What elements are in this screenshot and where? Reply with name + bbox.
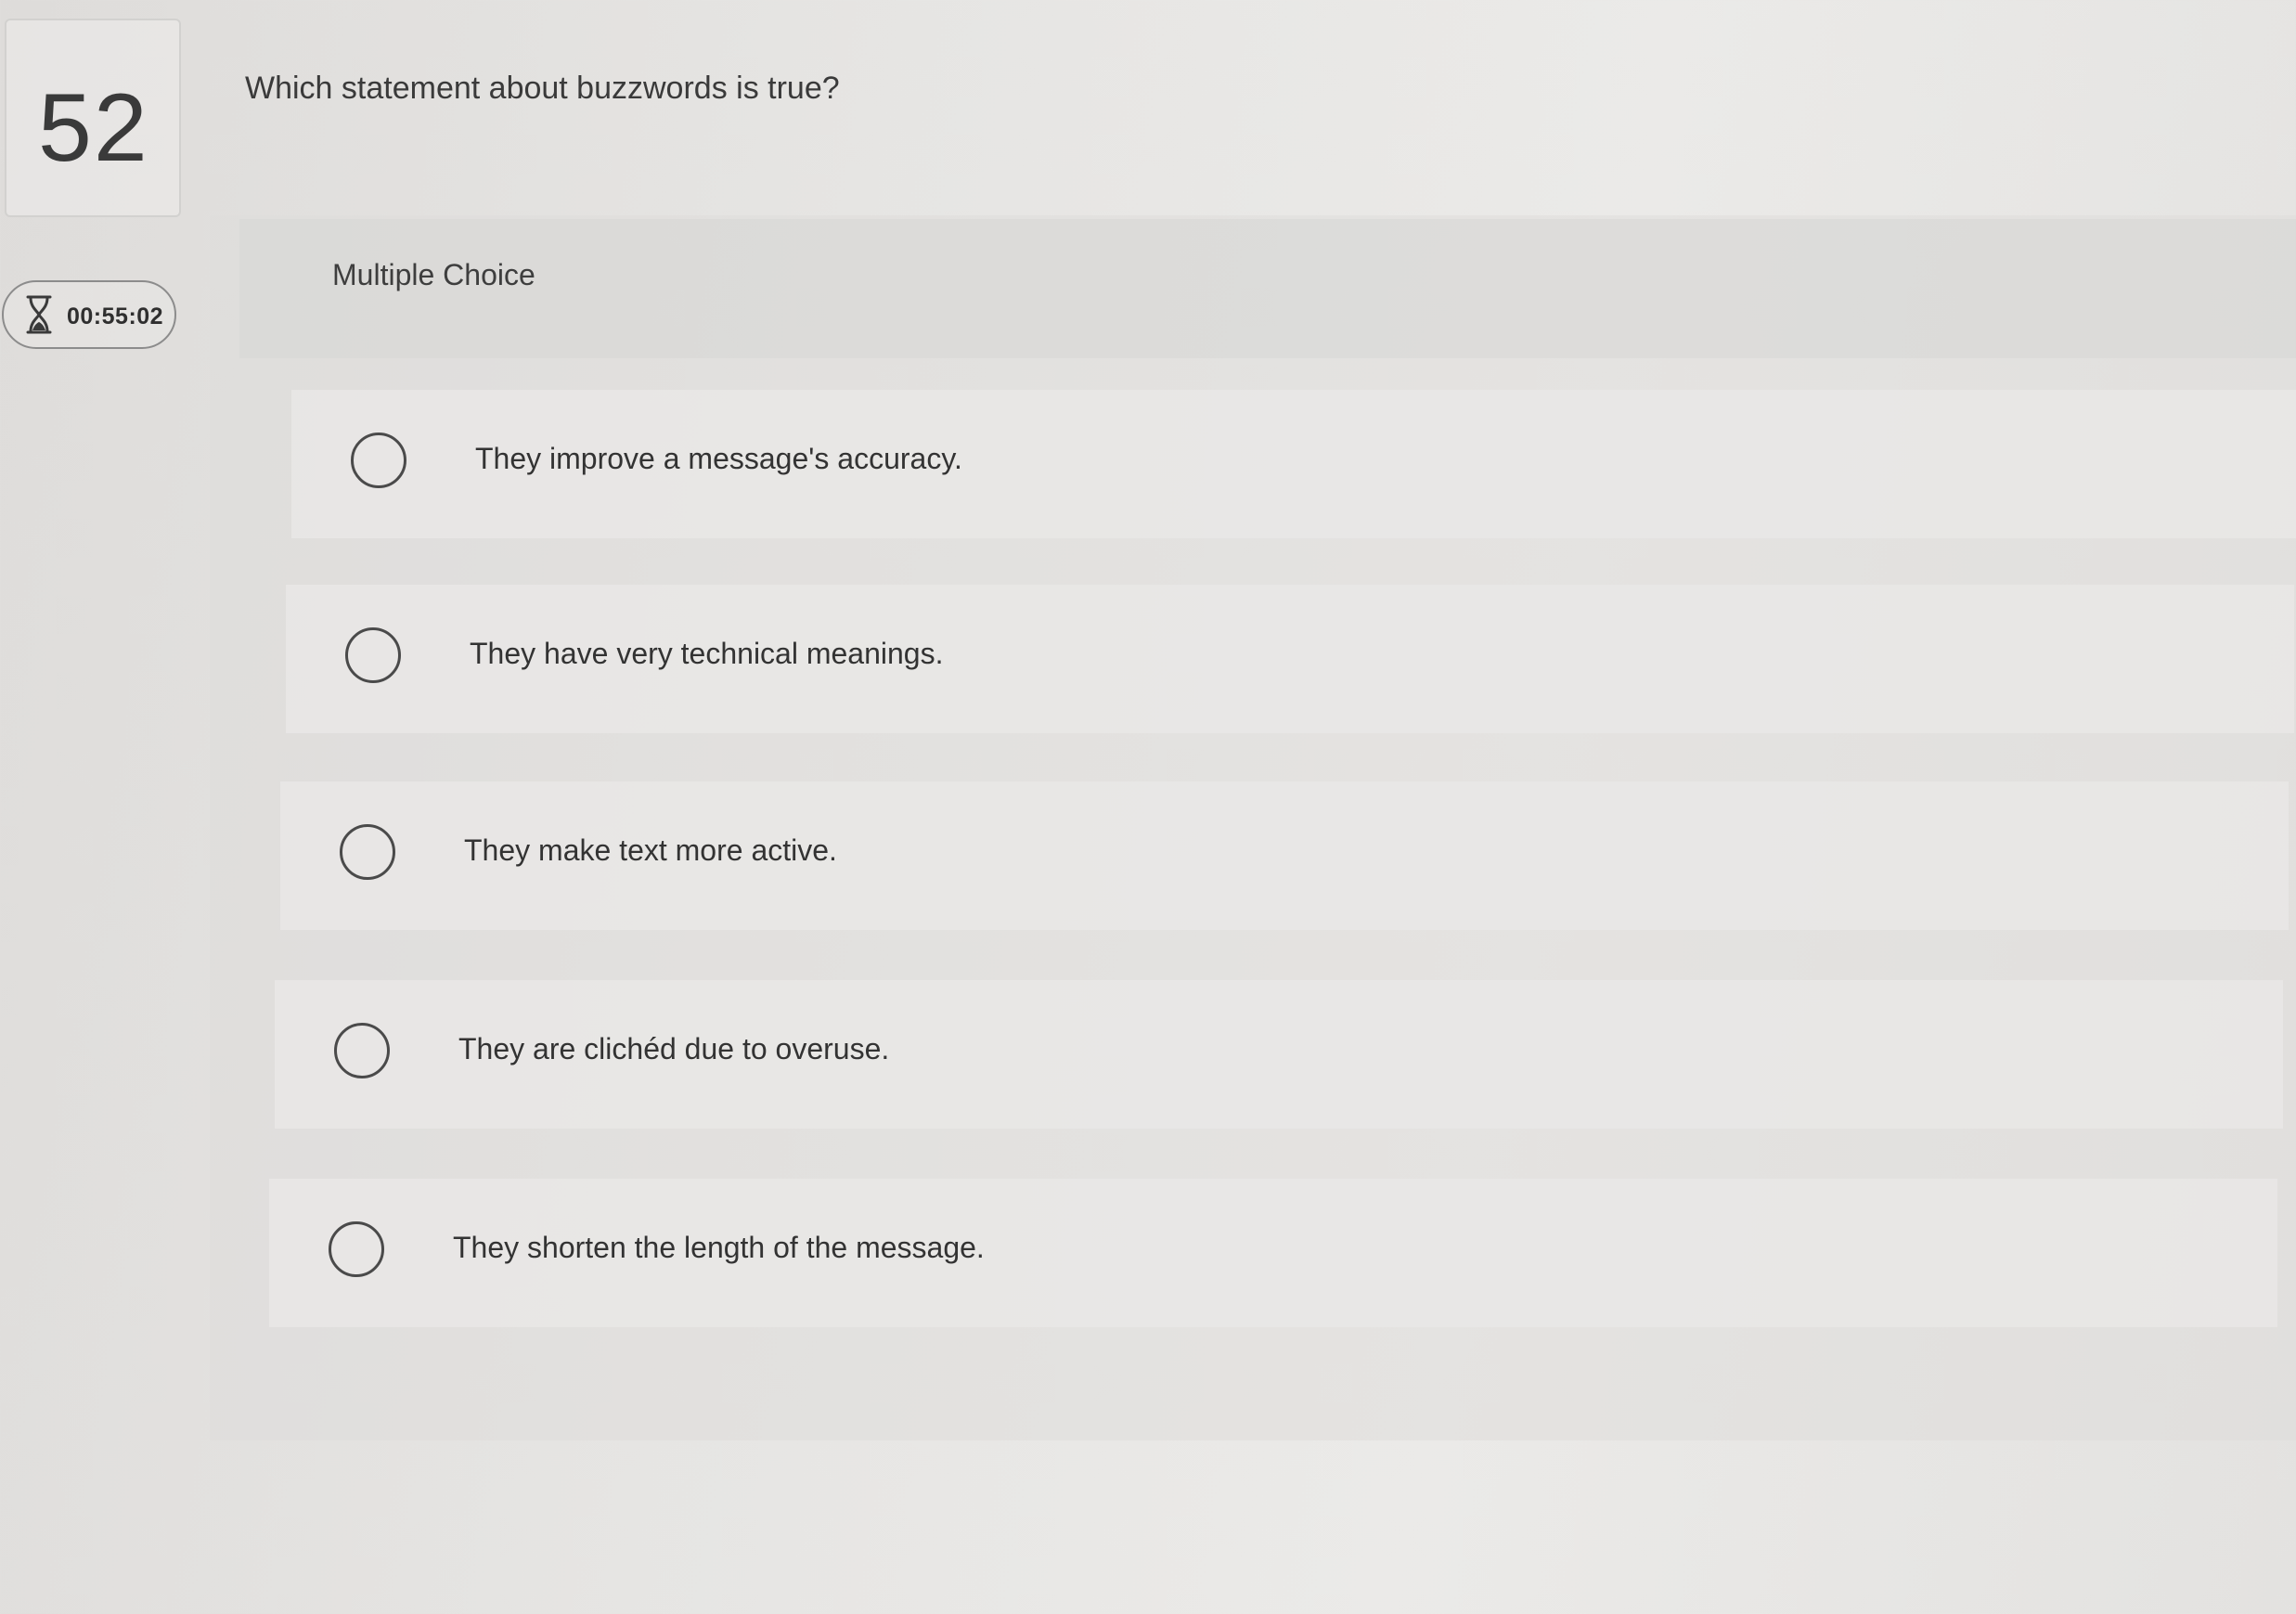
answer-option-label: They shorten the length of the message.	[453, 1231, 985, 1264]
answer-panel-header	[239, 219, 2296, 358]
timer-value: 00:55:02	[67, 303, 164, 329]
question-number: 52	[38, 74, 149, 182]
answer-option-label: They improve a message's accuracy.	[475, 442, 962, 475]
radio-button[interactable]	[334, 1023, 390, 1078]
question-number-box: 52	[5, 19, 181, 217]
hourglass-icon	[24, 294, 54, 335]
answer-option[interactable]: They improve a message's accuracy.	[291, 390, 2296, 538]
radio-button[interactable]	[340, 824, 395, 880]
answer-option[interactable]: They shorten the length of the message.	[269, 1179, 2277, 1327]
answer-option[interactable]: They make text more active.	[280, 781, 2289, 930]
answer-option-label: They have very technical meanings.	[470, 637, 944, 670]
radio-button[interactable]	[351, 433, 406, 488]
answer-option[interactable]: They have very technical meanings.	[286, 585, 2294, 733]
radio-button[interactable]	[329, 1221, 384, 1277]
timer-badge[interactable]: 00:55:02	[2, 280, 176, 349]
answer-option-label: They are clichéd due to overuse.	[458, 1032, 890, 1065]
radio-button[interactable]	[345, 627, 401, 683]
question-text: Which statement about buzzwords is true?	[245, 71, 840, 106]
answer-option[interactable]: They are clichéd due to overuse.	[275, 980, 2283, 1129]
question-type-label: Multiple Choice	[332, 258, 535, 291]
answer-option-label: They make text more active.	[464, 833, 837, 867]
